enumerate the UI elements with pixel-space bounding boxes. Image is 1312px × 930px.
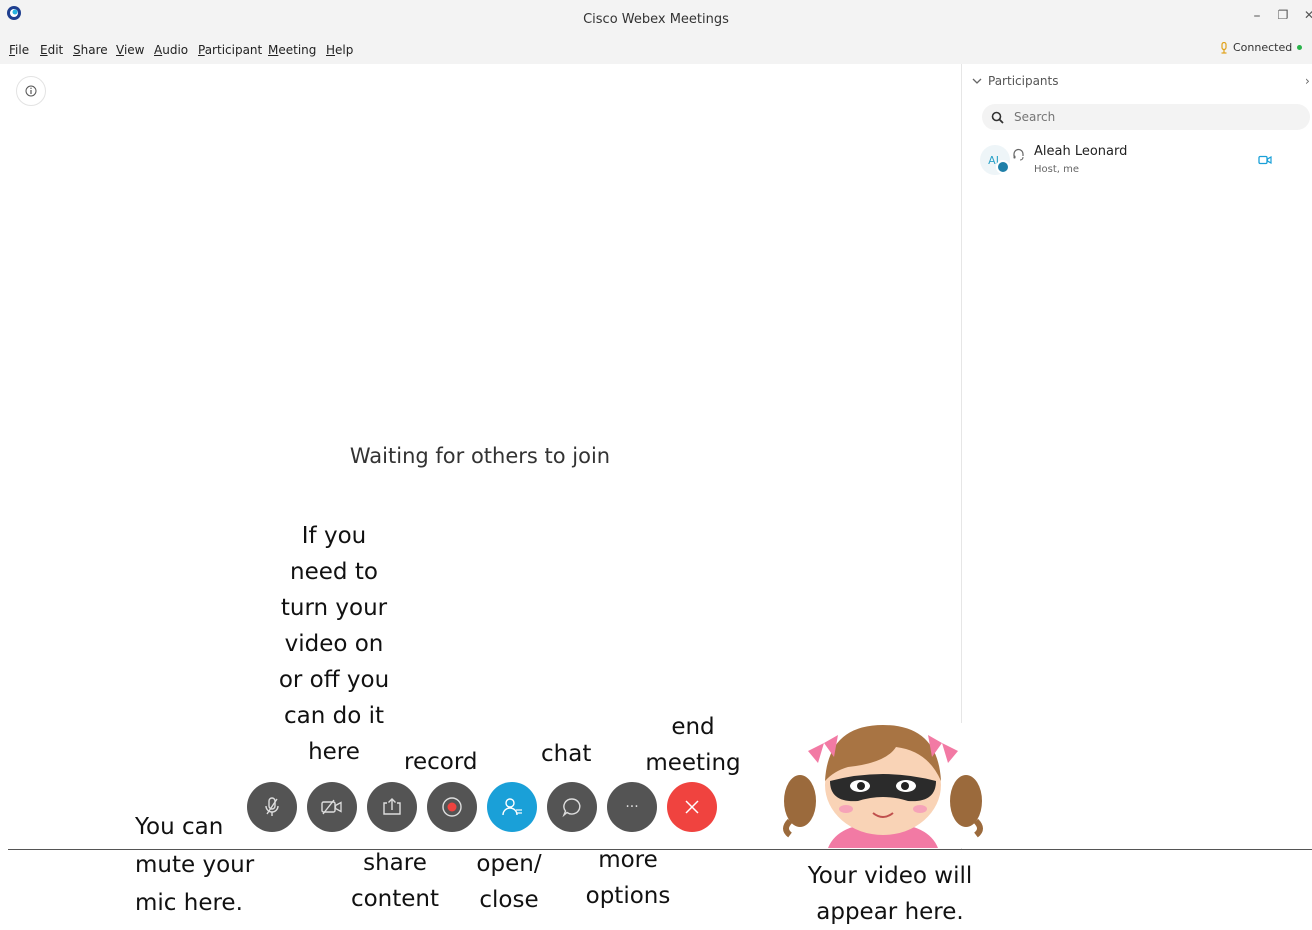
share-icon: [383, 798, 401, 815]
video-toggle-button[interactable]: [307, 782, 357, 832]
divider-line: [8, 849, 1312, 850]
participants-panel-title: Participants: [988, 74, 1059, 88]
video-annotation: If you need to turn your video on or off…: [278, 523, 390, 765]
meeting-info-button[interactable]: [16, 76, 46, 106]
window-title: Cisco Webex Meetings: [583, 12, 729, 27]
more-icon: ···: [625, 799, 639, 815]
menu-audio[interactable]: Audio: [154, 43, 188, 57]
restore-button[interactable]: ❐: [1274, 8, 1292, 22]
end-meeting-annotation: end meeting: [645, 714, 741, 776]
close-window-button[interactable]: ✕: [1300, 8, 1312, 22]
connection-status[interactable]: Connected: [1220, 41, 1303, 54]
end-meeting-icon: [685, 800, 699, 814]
microphone-muted-icon: [265, 797, 279, 816]
panel-close-icon[interactable]: ›: [1305, 74, 1310, 88]
menu-share[interactable]: Share: [73, 43, 108, 57]
menu-view[interactable]: View: [116, 43, 144, 57]
search-icon: [991, 111, 1004, 124]
participant-search[interactable]: [982, 104, 1310, 130]
menu-participant[interactable]: Participant: [198, 43, 262, 57]
menu-meeting[interactable]: Meeting: [268, 43, 316, 57]
search-input[interactable]: [1012, 109, 1286, 125]
minimize-button[interactable]: –: [1248, 8, 1266, 24]
headset-icon: [1013, 148, 1024, 161]
waiting-message: Waiting for others to join: [349, 444, 611, 468]
participant-role: Host, me: [1034, 164, 1080, 175]
record-annotation: record: [404, 749, 478, 775]
participants-icon: [502, 798, 522, 816]
self-video-preview: [768, 723, 998, 848]
connection-dot-icon: [1297, 45, 1303, 50]
participant-name[interactable]: Aleah Leonard: [1034, 144, 1127, 159]
end-meeting-button[interactable]: [667, 782, 717, 832]
chat-button[interactable]: [547, 782, 597, 832]
more-options-annotation: more options: [585, 847, 671, 909]
more-options-button[interactable]: ···: [607, 782, 657, 832]
chat-icon: [562, 798, 581, 818]
info-icon: [25, 85, 37, 97]
mute-annotation: You can mute your mic here.: [135, 814, 255, 916]
participants-panel-button[interactable]: [487, 782, 537, 832]
menu-edit[interactable]: Edit: [40, 43, 63, 57]
chevron-down-icon: [972, 78, 982, 84]
menu-file[interactable]: File: [9, 43, 29, 57]
record-button[interactable]: [427, 782, 477, 832]
connection-mic-icon: [1221, 41, 1227, 54]
open-close-annotation: open/ close: [476, 851, 542, 913]
share-annotation: share content: [350, 850, 440, 912]
mute-button[interactable]: [247, 782, 297, 832]
chat-annotation: chat: [541, 741, 592, 767]
preview-annotation: Your video will appear here.: [807, 863, 973, 925]
participant-video-icon[interactable]: [1258, 155, 1272, 165]
menu-bar: [0, 38, 1312, 64]
connection-label: Connected: [1233, 41, 1293, 54]
record-icon: [442, 797, 462, 817]
menu-help[interactable]: Help: [326, 43, 353, 57]
avatar-status-badge: [996, 160, 1010, 174]
share-content-button[interactable]: [367, 782, 417, 832]
video-off-icon: [321, 799, 342, 815]
participants-panel-header[interactable]: Participants: [972, 74, 1059, 88]
